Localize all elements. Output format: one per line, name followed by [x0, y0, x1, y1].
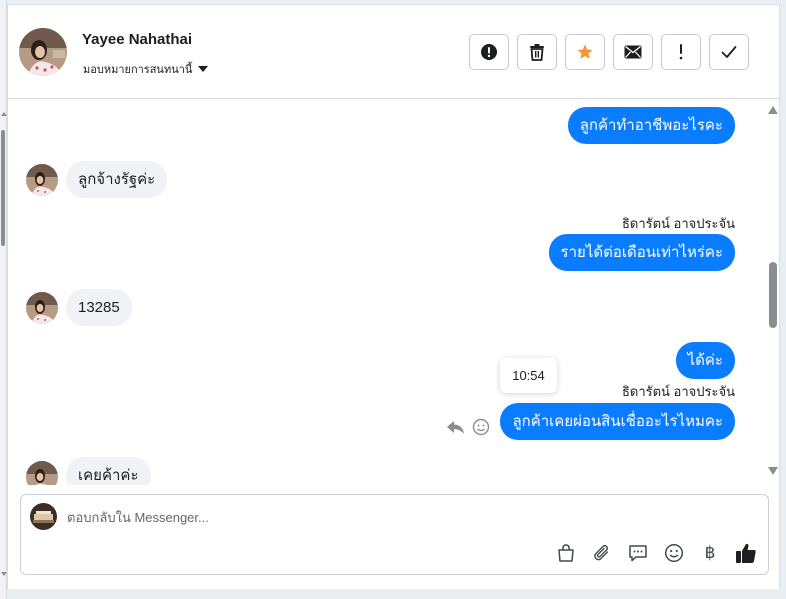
incoming-message-bubble[interactable]: 13285	[66, 289, 132, 326]
reply-icon[interactable]	[446, 418, 466, 441]
outgoing-message-bubble[interactable]: ได้ค่ะ	[675, 342, 735, 379]
mark-done-button[interactable]	[709, 34, 749, 70]
incoming-message-bubble[interactable]: ลูกจ้างรัฐค่ะ	[66, 161, 168, 198]
checkmark-icon	[721, 46, 737, 58]
scroll-up-arrow[interactable]	[768, 106, 778, 114]
contact-avatar-small[interactable]	[26, 164, 58, 196]
alert-circle-icon	[481, 44, 497, 60]
assign-conversation-label: มอบหมายการสนทนานี้	[83, 64, 193, 76]
thread-scrollbar[interactable]	[765, 100, 781, 485]
mark-unread-button[interactable]	[613, 34, 653, 70]
page-avatar	[30, 503, 57, 530]
message-hover-actions	[446, 418, 490, 441]
baht-icon[interactable]: ฿	[699, 542, 721, 564]
incoming-message-bubble[interactable]: เคยค้าค่ะ	[66, 457, 151, 485]
outgoing-message-bubble[interactable]: รายได้ต่อเดือนเท่าไหร่คะ	[548, 234, 735, 271]
message-thread: ลูกค้าทำอาชีพอะไรคะ ลูกจ้างรัฐค่ะ ธิดารั…	[8, 100, 765, 485]
outer-scroll-thumb[interactable]	[1, 130, 5, 246]
conversation-panel: Yayee Nahathai มอบหมายการสนทนานี้ ลูกค้า…	[7, 4, 780, 589]
saved-reply-icon[interactable]	[627, 542, 649, 564]
envelope-icon	[624, 45, 642, 59]
message-time-tooltip: 10:54	[500, 358, 557, 393]
outgoing-message-bubble[interactable]: ลูกค้าทำอาชีพอะไรคะ	[567, 107, 735, 144]
exclamation-icon	[679, 44, 683, 60]
agent-sender-name: ธิดารัตน์ อาจประจัน	[621, 216, 735, 231]
shopping-bag-icon[interactable]	[555, 542, 577, 564]
reply-composer: ฿	[20, 494, 769, 575]
outer-scrollbar[interactable]	[0, 0, 7, 599]
spam-report-button[interactable]	[469, 34, 509, 70]
thumbs-up-icon[interactable]	[735, 542, 757, 564]
reply-input[interactable]	[67, 505, 707, 529]
contact-name: Yayee Nahathai	[82, 31, 193, 48]
caret-down-icon	[198, 66, 209, 72]
paperclip-icon[interactable]	[591, 542, 613, 564]
react-emoji-icon[interactable]	[472, 418, 490, 441]
header-action-bar	[469, 34, 749, 70]
agent-sender-name: ธิดารัตน์ อาจประจัน	[621, 384, 735, 399]
conversation-header: Yayee Nahathai มอบหมายการสนทนานี้	[8, 5, 779, 99]
star-icon	[577, 44, 593, 59]
scroll-down-arrow[interactable]	[768, 467, 778, 475]
trash-icon	[530, 44, 544, 61]
composer-toolbar: ฿	[555, 542, 757, 564]
emoji-icon[interactable]	[663, 542, 685, 564]
scroll-thumb[interactable]	[769, 262, 777, 328]
assign-conversation-dropdown[interactable]: มอบหมายการสนทนานี้	[83, 60, 209, 78]
follow-up-button[interactable]	[661, 34, 701, 70]
contact-avatar-small[interactable]	[26, 461, 58, 485]
contact-avatar-small[interactable]	[26, 292, 58, 324]
delete-button[interactable]	[517, 34, 557, 70]
contact-avatar[interactable]	[19, 28, 67, 76]
star-button[interactable]	[565, 34, 605, 70]
outgoing-message-bubble[interactable]: ลูกค้าเคยผ่อนสินเชื่ออะไรไหมคะ	[500, 403, 735, 440]
